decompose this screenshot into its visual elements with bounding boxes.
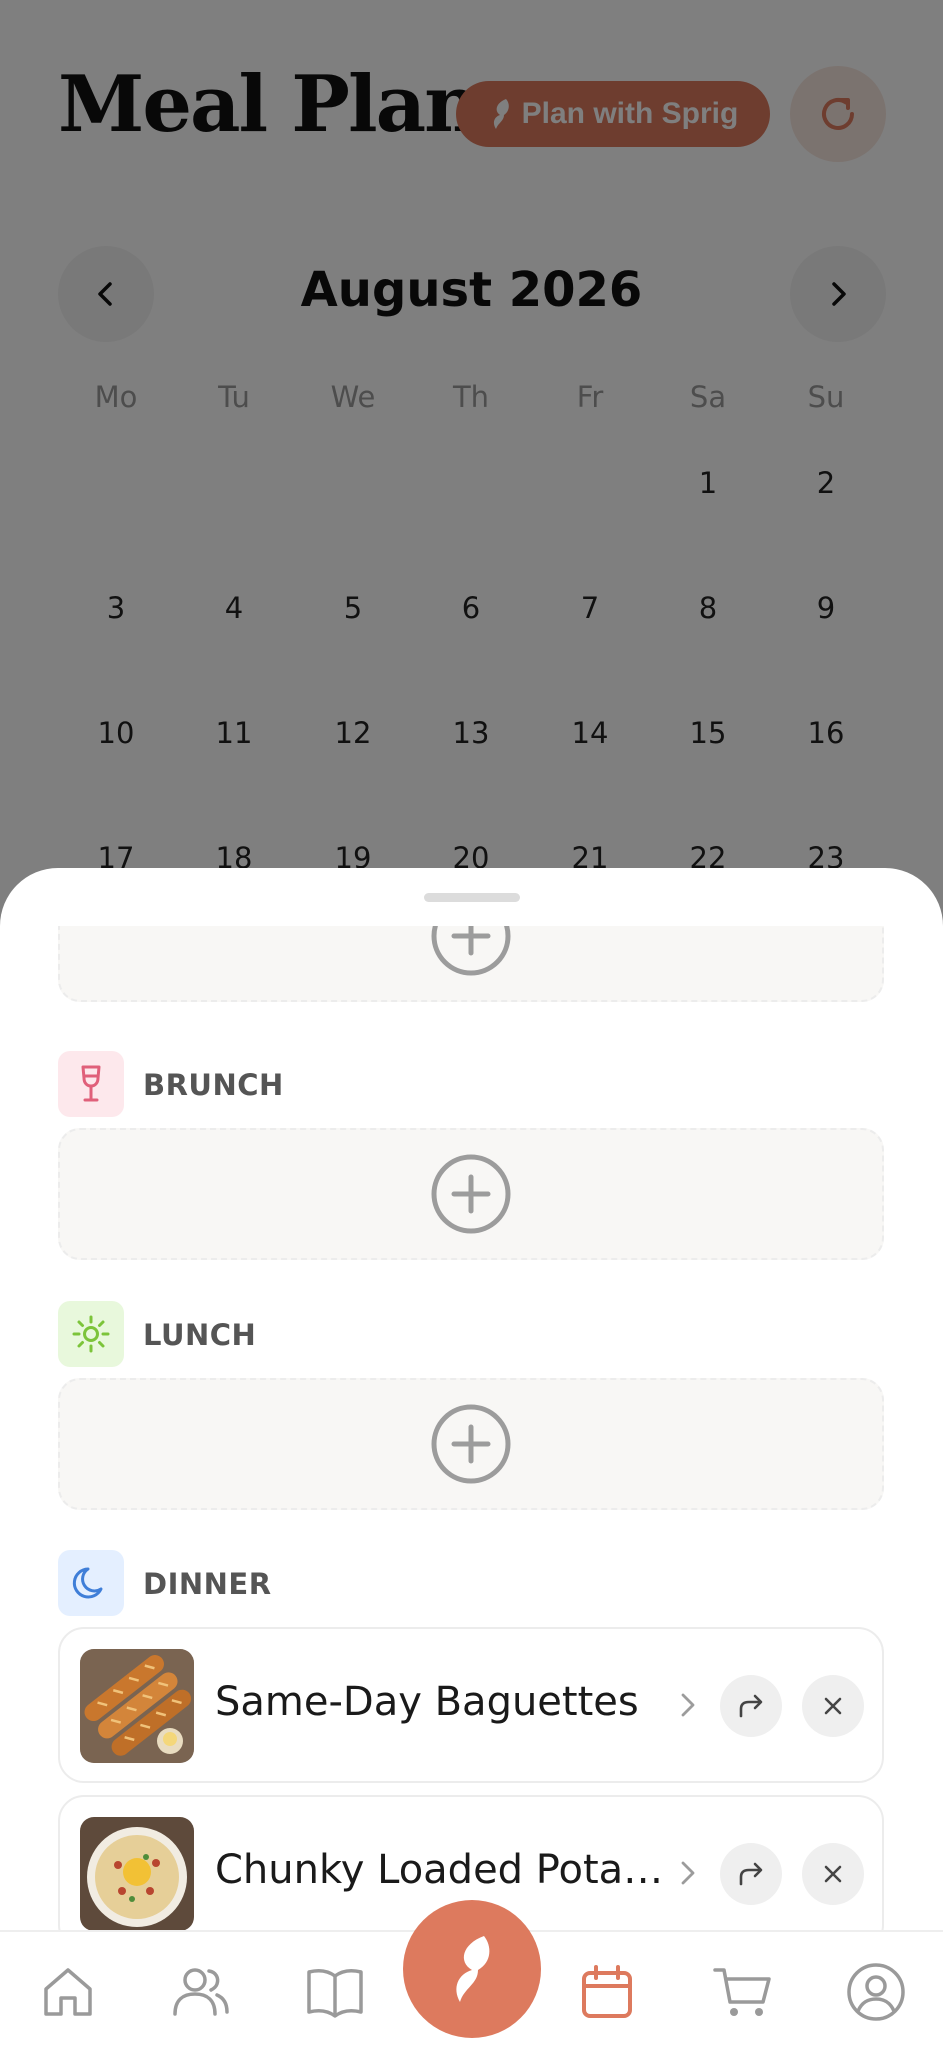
sheet-drag-handle[interactable]: [424, 893, 520, 902]
open-meal-button[interactable]: [668, 1677, 708, 1733]
nav-profile[interactable]: [840, 1956, 912, 2028]
close-icon: [824, 1697, 842, 1715]
nav-home[interactable]: [32, 1956, 104, 2028]
wine-glass-icon: [81, 1065, 101, 1102]
sprig-assistant-button[interactable]: [403, 1900, 541, 2038]
moon-icon: [72, 1567, 103, 1599]
open-meal-button[interactable]: [668, 1845, 708, 1901]
nav-meal-plan[interactable]: [571, 1956, 643, 2028]
sprig-icon: [456, 1936, 490, 2002]
add-lunch-slot[interactable]: [58, 1378, 884, 1510]
chevron-right-icon: [681, 1861, 695, 1885]
move-meal-button[interactable]: [720, 1675, 782, 1737]
sun-icon: [72, 1315, 110, 1353]
brunch-section-icon: [58, 1051, 124, 1117]
baguettes-photo: [80, 1649, 194, 1763]
close-icon: [824, 1865, 842, 1883]
nav-recipes[interactable]: [299, 1956, 371, 2028]
home-icon: [44, 1968, 92, 2016]
profile-icon: [847, 1963, 905, 2021]
remove-meal-button[interactable]: [802, 1843, 864, 1905]
plus-circle-icon: [431, 1154, 511, 1234]
chevron-right-icon: [681, 1693, 695, 1717]
cart-icon: [713, 1968, 771, 2016]
meal-image: [80, 1817, 194, 1930]
sheet-scroll-area: BRUNCH LUNCH DINNER Same-Day Baguettes C…: [0, 926, 943, 1930]
forward-arrow-icon: [739, 1862, 763, 1886]
lunch-section-icon: [58, 1301, 124, 1367]
meal-name: Chunky Loaded Pota…: [215, 1847, 664, 1893]
section-label-dinner: DINNER: [143, 1567, 272, 1601]
nav-shopping-list[interactable]: [707, 1956, 779, 2028]
section-label-lunch: LUNCH: [143, 1318, 257, 1352]
meal-image: [80, 1649, 194, 1763]
add-brunch-slot[interactable]: [58, 1128, 884, 1260]
nav-community[interactable]: [165, 1956, 237, 2028]
meal-card[interactable]: Same-Day Baguettes: [58, 1627, 884, 1783]
meal-name: Same-Day Baguettes: [215, 1679, 639, 1725]
dinner-section-icon: [58, 1550, 124, 1616]
section-label-brunch: BRUNCH: [143, 1068, 284, 1102]
remove-meal-button[interactable]: [802, 1675, 864, 1737]
move-meal-button[interactable]: [720, 1843, 782, 1905]
add-meal-slot[interactable]: [58, 926, 884, 1002]
book-icon: [307, 1969, 363, 2018]
plus-circle-icon: [431, 1404, 511, 1484]
calendar-icon: [582, 1965, 632, 2018]
potato-soup-photo: [80, 1817, 194, 1930]
users-icon: [173, 1968, 229, 2016]
forward-arrow-icon: [739, 1694, 763, 1718]
plus-circle-icon: [431, 926, 511, 976]
